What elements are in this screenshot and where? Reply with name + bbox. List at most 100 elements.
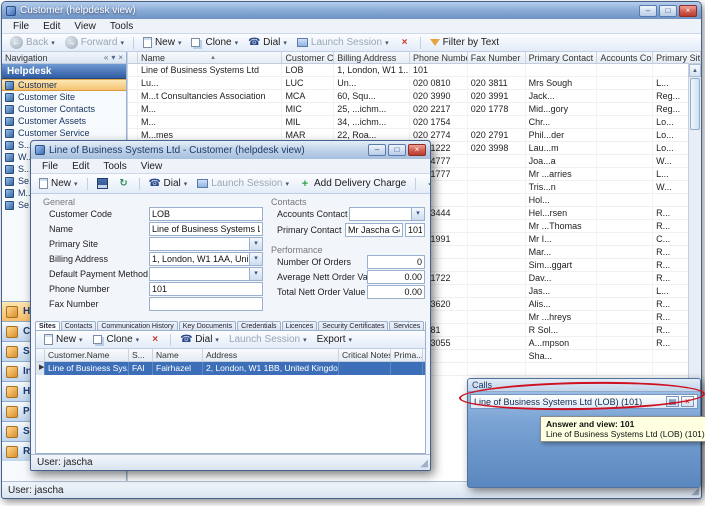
refresh-button[interactable]: ↻ xyxy=(114,177,134,191)
column-header-s[interactable]: S... xyxy=(129,349,153,361)
column-header-customer-name[interactable]: Customer.Name xyxy=(45,349,129,361)
sites-export-button[interactable]: Export ▾ xyxy=(313,333,356,346)
sidebar-item[interactable]: Customer Site xyxy=(2,91,126,103)
chevron-down-icon[interactable]: ▾ xyxy=(249,268,262,280)
detail-menu-tools[interactable]: Tools xyxy=(96,161,133,172)
maximize-button[interactable]: □ xyxy=(659,5,677,17)
detail-titlebar[interactable]: Line of Business Systems Ltd - Customer … xyxy=(31,141,430,159)
column-header-primary-site[interactable]: Primary Site xyxy=(653,52,701,63)
add-delivery-charge-button[interactable]: + Add Delivery Charge xyxy=(295,177,410,191)
back-button[interactable]: ← Back ▾ xyxy=(6,35,59,50)
minimize-button[interactable]: – xyxy=(639,5,657,17)
column-header-fax-number[interactable]: Fax Number xyxy=(468,52,526,63)
sidebar-item[interactable]: Customer xyxy=(2,79,126,91)
column-header-accounts-contact[interactable]: Accounts Con... xyxy=(597,52,653,63)
default-payment-method-select[interactable]: ▾ xyxy=(149,267,263,281)
detail-dial-button[interactable]: ☎ Dial ▾ xyxy=(145,177,192,191)
column-header-phone-number[interactable]: Phone Number xyxy=(410,52,468,63)
table-row[interactable]: M... MIC 25, ...ichm... 020 2217 020 177… xyxy=(128,103,701,116)
chevron-down-icon[interactable]: ▾ xyxy=(249,253,262,265)
cell-billing-address: Un... xyxy=(334,77,410,89)
site-row-selected[interactable]: ▶ Line of Business Sys... FAI Fairhazel … xyxy=(36,362,425,375)
average-nett-order-value xyxy=(367,270,425,284)
resize-grip[interactable]: ◢ xyxy=(691,487,699,497)
detail-menu-edit[interactable]: Edit xyxy=(65,161,96,172)
row-marker-cell xyxy=(128,90,138,102)
cell-fax-number xyxy=(468,207,526,219)
menu-file[interactable]: File xyxy=(6,21,36,32)
dismiss-call-icon[interactable]: × xyxy=(681,396,694,407)
chevron-down-icon[interactable]: ▾ xyxy=(249,238,262,250)
incoming-call-entry[interactable]: Line of Business Systems Ltd (LOB) (101)… xyxy=(470,394,698,409)
sidebar-item[interactable]: Customer Assets xyxy=(2,115,126,127)
launch-session-dropdown-icon: ▾ xyxy=(385,39,389,47)
table-row[interactable]: Lu... LUC Un... 020 0810 020 3811 Mrs So… xyxy=(128,77,701,90)
panel-close-icon[interactable]: × xyxy=(118,53,123,63)
tooltip-body: Line of Business Systems Ltd (LOB) (101) xyxy=(546,429,705,439)
scroll-up-button[interactable]: ▲ xyxy=(689,64,701,77)
helpdesk-group-header[interactable]: Helpdesk xyxy=(2,64,126,79)
sites-launch-session-button[interactable]: Launch Session ▾ xyxy=(225,333,311,346)
scrollbar-thumb[interactable] xyxy=(690,78,700,130)
close-button[interactable]: × xyxy=(679,5,697,17)
app-icon xyxy=(6,6,16,16)
menu-edit[interactable]: Edit xyxy=(36,21,67,32)
customer-code-field[interactable] xyxy=(149,207,263,221)
validate-button[interactable]: ✓ xyxy=(421,177,430,191)
collapse-icon[interactable]: « xyxy=(104,53,108,63)
sites-clone-button[interactable]: Clone ▾ xyxy=(89,333,144,346)
menu-tools[interactable]: Tools xyxy=(103,21,140,32)
table-row[interactable]: M... MIL 34, ...ichm... 020 1754 Chr... … xyxy=(128,116,701,129)
cell-phone-number: 020 3990 xyxy=(410,90,468,102)
table-row[interactable]: Line of Business Systems Ltd LOB 1, Lond… xyxy=(128,64,701,77)
primary-contact-phone-field[interactable] xyxy=(405,223,425,237)
cell-primary-contact: Mrs Sough xyxy=(526,77,598,89)
billing-address-select[interactable]: 1, London, W1 1AA, United Kin... ▾ xyxy=(149,252,263,266)
column-header-address[interactable]: Address xyxy=(203,349,339,361)
column-header-prima[interactable]: Prima... xyxy=(391,349,423,361)
detail-launch-session-button[interactable]: Launch Session ▾ xyxy=(193,177,293,190)
sites-delete-button[interactable]: × xyxy=(145,333,165,347)
resize-grip[interactable]: ◢ xyxy=(420,459,428,469)
sidebar-item[interactable]: Customer Service xyxy=(2,127,126,139)
sidebar-item[interactable]: Customer Contacts xyxy=(2,103,126,115)
dial-button[interactable]: ☎ Dial ▾ xyxy=(244,36,291,50)
forward-button[interactable]: → Forward ▾ xyxy=(61,35,128,50)
accounts-contact-select[interactable]: ▾ xyxy=(349,207,425,221)
cell-billing-address: 25, ...ichm... xyxy=(334,103,410,115)
phone-number-field[interactable] xyxy=(149,282,263,296)
customer-form: General Customer Code Name Primary Site … xyxy=(31,195,430,317)
pin-icon[interactable]: ▾ xyxy=(111,53,115,63)
detail-new-button[interactable]: New ▾ xyxy=(35,177,82,190)
clone-button[interactable]: Clone ▾ xyxy=(187,36,242,49)
menu-view[interactable]: View xyxy=(67,21,103,32)
calls-titlebar[interactable]: Calls xyxy=(468,379,700,392)
column-header-billing-address[interactable]: Billing Address xyxy=(334,52,410,63)
column-header-critical-notes[interactable]: Critical Notes xyxy=(339,349,391,361)
fax-number-field[interactable] xyxy=(149,297,263,311)
detail-close-button[interactable]: × xyxy=(408,144,426,156)
filter-by-text[interactable]: Filter by Text xyxy=(426,36,504,49)
delete-button[interactable]: × xyxy=(395,36,415,50)
main-titlebar[interactable]: Customer (helpdesk view) – □ × xyxy=(2,2,701,19)
sites-dial-button[interactable]: ☎ Dial ▾ xyxy=(176,333,223,347)
detail-minimize-button[interactable]: – xyxy=(368,144,386,156)
detail-menu-view[interactable]: View xyxy=(134,161,170,172)
new-button[interactable]: New ▾ xyxy=(139,36,186,49)
detail-maximize-button[interactable]: □ xyxy=(388,144,406,156)
column-header-name[interactable]: Name ▲ xyxy=(138,52,282,63)
primary-contact-field[interactable] xyxy=(345,223,403,237)
cell-primary-contact: Mid...gory xyxy=(526,103,598,115)
primary-site-select[interactable]: ▾ xyxy=(149,237,263,251)
chevron-down-icon[interactable]: ▾ xyxy=(411,208,424,220)
column-header-name[interactable]: Name xyxy=(153,349,203,361)
column-header-primary-contact[interactable]: Primary Contact xyxy=(526,52,598,63)
column-header-customer-code[interactable]: Customer Code xyxy=(282,52,334,63)
sites-new-button[interactable]: New ▾ xyxy=(40,333,87,346)
save-button[interactable] xyxy=(93,177,112,190)
launch-session-button[interactable]: Launch Session ▾ xyxy=(293,36,393,49)
name-field[interactable] xyxy=(149,222,263,236)
detail-menu-file[interactable]: File xyxy=(35,161,65,172)
table-row[interactable]: M...t Consultancies Association MCA 60, … xyxy=(128,90,701,103)
open-record-icon[interactable]: ▤ xyxy=(666,396,679,407)
